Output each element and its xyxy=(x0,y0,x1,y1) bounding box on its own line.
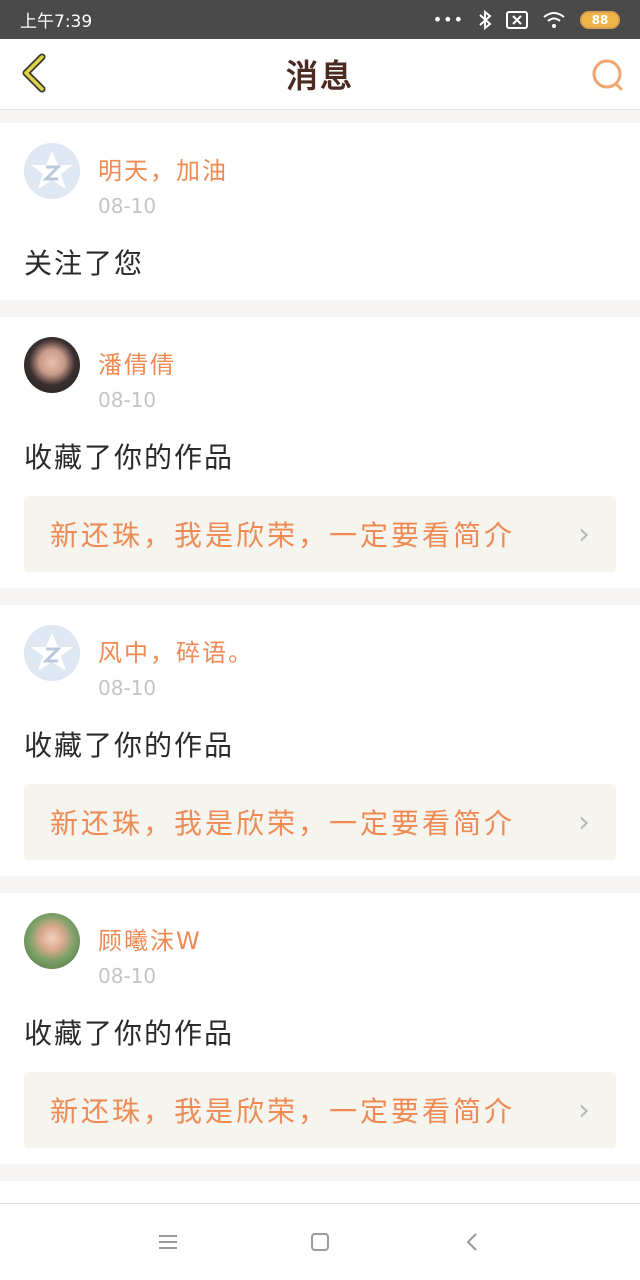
back-arrow-icon xyxy=(466,1233,477,1251)
header: 消息 xyxy=(0,39,640,110)
username[interactable]: 潘倩倩 xyxy=(98,345,176,380)
message-date: 08-10 xyxy=(98,194,157,218)
wifi-icon xyxy=(543,11,565,28)
work-link[interactable]: 新还珠，我是欣荣，一定要看简介 › xyxy=(24,496,616,572)
avatar[interactable] xyxy=(24,625,80,681)
message-card-head: 潘倩倩 08-10 xyxy=(24,337,616,412)
message-card-head: 明天，加油 08-10 xyxy=(24,143,616,218)
message-card: 明天，加油 08-10 关注了您 xyxy=(0,123,640,300)
message-card: 风中，碎语。 08-10 收藏了你的作品 新还珠，我是欣荣，一定要看简介 › xyxy=(0,605,640,876)
message-date: 08-10 xyxy=(98,964,157,988)
menu-icon xyxy=(159,1235,177,1249)
chevron-right-icon: › xyxy=(578,516,590,552)
action-text: 关注了您 xyxy=(24,247,145,280)
work-link[interactable]: 新还珠，我是欣荣，一定要看简介 › xyxy=(24,784,616,860)
message-card-head: 顾曦沫W 08-10 xyxy=(24,913,616,988)
home-square-icon xyxy=(311,1233,329,1251)
sim-x-icon xyxy=(506,10,528,29)
message-card-head: 风中，碎语。 08-10 xyxy=(24,625,616,700)
battery-indicator: 88 xyxy=(580,10,620,29)
message-feed[interactable]: 明天，加油 08-10 关注了您 潘倩倩 08-10 收藏了你的作品 新还珠，我… xyxy=(0,123,640,1203)
message-card: 潘倩倩 08-10 收藏了你的作品 新还珠，我是欣荣，一定要看简介 › xyxy=(0,317,640,588)
back-button[interactable] xyxy=(14,53,54,93)
chevron-left-icon xyxy=(22,53,46,93)
page-title: 消息 xyxy=(285,57,354,95)
work-title: 新还珠，我是欣荣，一定要看简介 xyxy=(50,519,516,552)
chevron-right-icon: › xyxy=(578,1092,590,1128)
bluetooth-icon xyxy=(479,9,492,30)
username[interactable]: 明天，加油 xyxy=(98,151,228,186)
avatar[interactable] xyxy=(24,913,80,969)
avatar[interactable] xyxy=(24,143,80,199)
message-date: 08-10 xyxy=(98,676,157,700)
avatar[interactable] xyxy=(24,337,80,393)
username[interactable]: 风中，碎语。 xyxy=(98,633,254,668)
user-meta: 风中，碎语。 08-10 xyxy=(98,625,254,700)
default-avatar-icon xyxy=(31,151,73,189)
action-text: 收藏了你的作品 xyxy=(24,441,235,474)
message-date: 08-10 xyxy=(98,388,157,412)
home-button[interactable] xyxy=(302,1224,338,1260)
username[interactable]: 顾曦沫W xyxy=(98,921,202,956)
search-button[interactable] xyxy=(590,57,626,93)
more-dots-icon: ••• xyxy=(432,10,464,29)
status-icons: ••• 88 xyxy=(432,9,620,30)
user-meta: 潘倩倩 08-10 xyxy=(98,337,176,412)
chevron-right-icon: › xyxy=(578,804,590,840)
status-time: 上午7:39 xyxy=(20,12,93,32)
user-meta: 明天，加油 08-10 xyxy=(98,143,228,218)
work-title: 新还珠，我是欣荣，一定要看简介 xyxy=(50,807,516,840)
action-text: 收藏了你的作品 xyxy=(24,729,235,762)
status-bar: 上午7:39 ••• 88 xyxy=(0,0,640,39)
work-title: 新还珠，我是欣荣，一定要看简介 xyxy=(50,1095,516,1128)
default-avatar-icon xyxy=(31,633,73,671)
work-link[interactable]: 新还珠，我是欣荣，一定要看简介 › xyxy=(24,1072,616,1148)
user-meta: 顾曦沫W 08-10 xyxy=(98,913,202,988)
menu-button[interactable] xyxy=(150,1224,186,1260)
message-card: 顾曦沫W 08-10 收藏了你的作品 新还珠，我是欣荣，一定要看简介 › xyxy=(0,893,640,1164)
search-icon xyxy=(592,59,623,91)
system-back-button[interactable] xyxy=(454,1224,490,1260)
system-nav-bar xyxy=(0,1203,640,1280)
message-card-partial xyxy=(0,1181,640,1203)
action-text: 收藏了你的作品 xyxy=(24,1017,235,1050)
